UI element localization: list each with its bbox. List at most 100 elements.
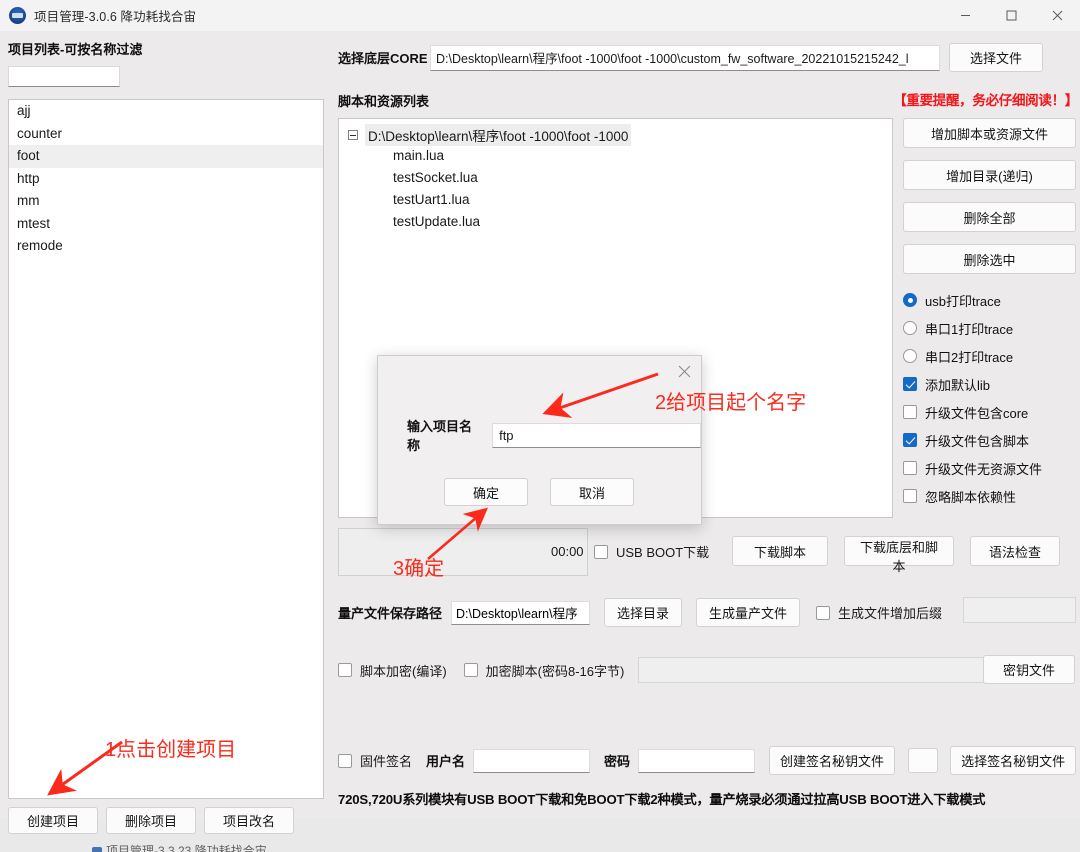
project-filter-input[interactable] — [8, 66, 120, 87]
add-suffix-label: 生成文件增加后缀 — [838, 606, 943, 621]
close-icon[interactable] — [669, 358, 699, 384]
list-item[interactable]: mtest — [9, 213, 323, 236]
mass-production-path-label: 量产文件保存路径 — [338, 606, 443, 621]
script-password-encrypt-option[interactable]: 加密脚本(密码8-16字节) — [463, 661, 624, 680]
dialog-cancel-button[interactable]: 取消 — [550, 478, 634, 506]
option-label: 串口1打印trace — [925, 321, 1014, 337]
rename-project-button[interactable]: 项目改名 — [204, 807, 294, 834]
delete-all-button[interactable]: 删除全部 — [903, 202, 1076, 232]
close-icon[interactable] — [1034, 0, 1080, 31]
option-label: usb打印trace — [925, 293, 1001, 309]
project-name-field: 输入项目名称 — [407, 416, 701, 454]
key-file-button[interactable]: 密钥文件 — [983, 655, 1075, 684]
minimize-icon[interactable] — [942, 0, 988, 31]
taskbar-peek-label: 项目管理-3.3.23 降功耗找合宙 — [106, 844, 267, 852]
radio-indicator-icon[interactable] — [903, 293, 917, 307]
option-label: 添加默认lib — [925, 377, 991, 393]
core-path-input[interactable] — [430, 44, 940, 71]
password-label: 密码 — [604, 754, 631, 769]
checkbox-upgrade-include-script[interactable]: 升级文件包含脚本 — [903, 426, 1076, 454]
tree-item[interactable]: testUpdate.lua — [339, 211, 892, 233]
add-suffix-checkbox[interactable] — [816, 605, 831, 620]
checkbox-indicator-icon[interactable] — [903, 489, 917, 503]
radio-uart2-trace[interactable]: 串口2打印trace — [903, 342, 1076, 370]
taskbar-app-icon — [92, 847, 102, 852]
window-titlebar: 项目管理-3.0.6 降功耗找合宙 — [0, 0, 1080, 32]
project-name-label: 输入项目名称 — [407, 419, 473, 453]
firmware-signature-label: 固件签名 — [360, 754, 413, 769]
window-controls — [942, 0, 1080, 31]
list-item[interactable]: ajj — [9, 100, 323, 123]
script-password-encrypt-checkbox[interactable] — [463, 663, 478, 677]
option-label: 升级文件包含core — [925, 405, 1029, 421]
app-body: 项目列表-可按名称过滤 ajj counter foot http mm mtest rem… — [0, 31, 1080, 852]
delete-selected-button[interactable]: 删除选中 — [903, 244, 1076, 274]
checkbox-upgrade-include-core[interactable]: 升级文件包含core — [903, 398, 1076, 426]
taskbar-window-peek[interactable]: 项目管理-3.3.23 降功耗找合宙 — [92, 842, 342, 852]
encryption-password-input[interactable] — [638, 657, 996, 683]
checkbox-indicator-icon[interactable] — [903, 377, 917, 391]
script-compile-encrypt-option[interactable]: 脚本加密(编译) — [338, 661, 447, 680]
delete-project-button[interactable]: 删除项目 — [106, 807, 196, 834]
add-directory-recursive-button[interactable]: 增加目录(递归) — [903, 160, 1076, 190]
choose-signature-key-button[interactable]: 选择签名秘钥文件 — [950, 746, 1077, 775]
add-script-or-resource-button[interactable]: 增加脚本或资源文件 — [903, 118, 1076, 148]
syntax-check-button[interactable]: 语法检查 — [970, 536, 1060, 566]
script-compile-encrypt-checkbox[interactable] — [338, 663, 352, 677]
firmware-signature-checkbox[interactable] — [338, 753, 352, 768]
tree-root-row[interactable]: D:\Desktop\learn\程序\foot -1000\foot -100… — [339, 124, 892, 146]
project-panel: 项目列表-可按名称过滤 ajj counter foot http mm mtest rem… — [0, 31, 332, 852]
username-input[interactable] — [473, 748, 591, 773]
dialog-buttons: 确定 取消 — [444, 478, 634, 506]
usb-boot-checkbox[interactable] — [594, 544, 608, 559]
mass-production-path-input[interactable] — [451, 600, 591, 625]
create-signature-key-button[interactable]: 创建签名秘钥文件 — [769, 746, 896, 775]
checkbox-indicator-icon[interactable] — [903, 461, 917, 475]
signature-mini-field[interactable] — [908, 748, 939, 773]
checkbox-ignore-script-dependency[interactable]: 忽略脚本依赖性 — [903, 482, 1076, 510]
choose-directory-button[interactable]: 选择目录 — [604, 598, 683, 627]
window-title: 项目管理-3.0.6 降功耗找合宙 — [34, 10, 197, 24]
tree-item[interactable]: testUart1.lua — [339, 189, 892, 211]
firmware-signature-option[interactable]: 固件签名 — [338, 751, 412, 770]
new-project-dialog: 输入项目名称 确定 取消 — [377, 355, 702, 525]
usb-boot-download-option[interactable]: USB BOOT下载 — [594, 542, 709, 561]
trace-option-group: usb打印trace 串口1打印trace 串口2打印trace — [903, 286, 1076, 370]
radio-usb-trace[interactable]: usb打印trace — [903, 286, 1076, 314]
list-item[interactable]: remode — [9, 235, 323, 258]
suffix-value-input[interactable] — [963, 597, 1076, 623]
radio-indicator-icon[interactable] — [903, 349, 917, 363]
choose-file-button[interactable]: 选择文件 — [949, 43, 1043, 72]
project-name-input[interactable] — [492, 422, 701, 448]
annotation-step-1: 1点击创建项目 — [105, 739, 237, 761]
tree-item[interactable]: main.lua — [339, 145, 892, 167]
checkbox-upgrade-no-resource[interactable]: 升级文件无资源文件 — [903, 454, 1076, 482]
password-input[interactable] — [638, 748, 756, 773]
mass-production-row: 量产文件保存路径 选择目录 生成量产文件 生成文件增加后缀 — [338, 598, 942, 627]
project-action-buttons: 创建项目 删除项目 项目改名 — [8, 807, 294, 834]
checkbox-add-default-lib[interactable]: 添加默认lib — [903, 370, 1076, 398]
dialog-ok-button[interactable]: 确定 — [444, 478, 528, 506]
list-item[interactable]: mm — [9, 190, 323, 213]
radio-indicator-icon[interactable] — [903, 321, 917, 335]
elapsed-timer: 00:00 — [551, 544, 584, 559]
project-list[interactable]: ajj counter foot http mm mtest remode — [8, 99, 324, 799]
generate-mass-production-file-button[interactable]: 生成量产文件 — [696, 598, 801, 627]
tree-side-toolbar: 增加脚本或资源文件 增加目录(递归) 删除全部 删除选中 usb打印trace 串… — [903, 118, 1076, 510]
tree-collapse-icon[interactable] — [348, 130, 358, 140]
list-item[interactable]: http — [9, 168, 323, 191]
radio-uart1-trace[interactable]: 串口1打印trace — [903, 314, 1076, 342]
core-selection-row: 选择底层CORE 选择文件 — [338, 43, 1043, 72]
create-project-button[interactable]: 创建项目 — [8, 807, 98, 834]
list-item[interactable]: foot — [9, 145, 323, 168]
option-label: 忽略脚本依赖性 — [925, 489, 1017, 505]
download-core-and-script-button[interactable]: 下载底层和脚本 — [844, 536, 954, 574]
add-suffix-option[interactable]: 生成文件增加后缀 — [816, 603, 942, 622]
maximize-icon[interactable] — [988, 0, 1034, 31]
download-script-button[interactable]: 下载脚本 — [732, 536, 828, 566]
checkbox-indicator-icon[interactable] — [903, 433, 917, 447]
list-item[interactable]: counter — [9, 123, 323, 146]
checkbox-indicator-icon[interactable] — [903, 405, 917, 419]
app-logo-icon — [9, 7, 26, 24]
tree-item[interactable]: testSocket.lua — [339, 167, 892, 189]
